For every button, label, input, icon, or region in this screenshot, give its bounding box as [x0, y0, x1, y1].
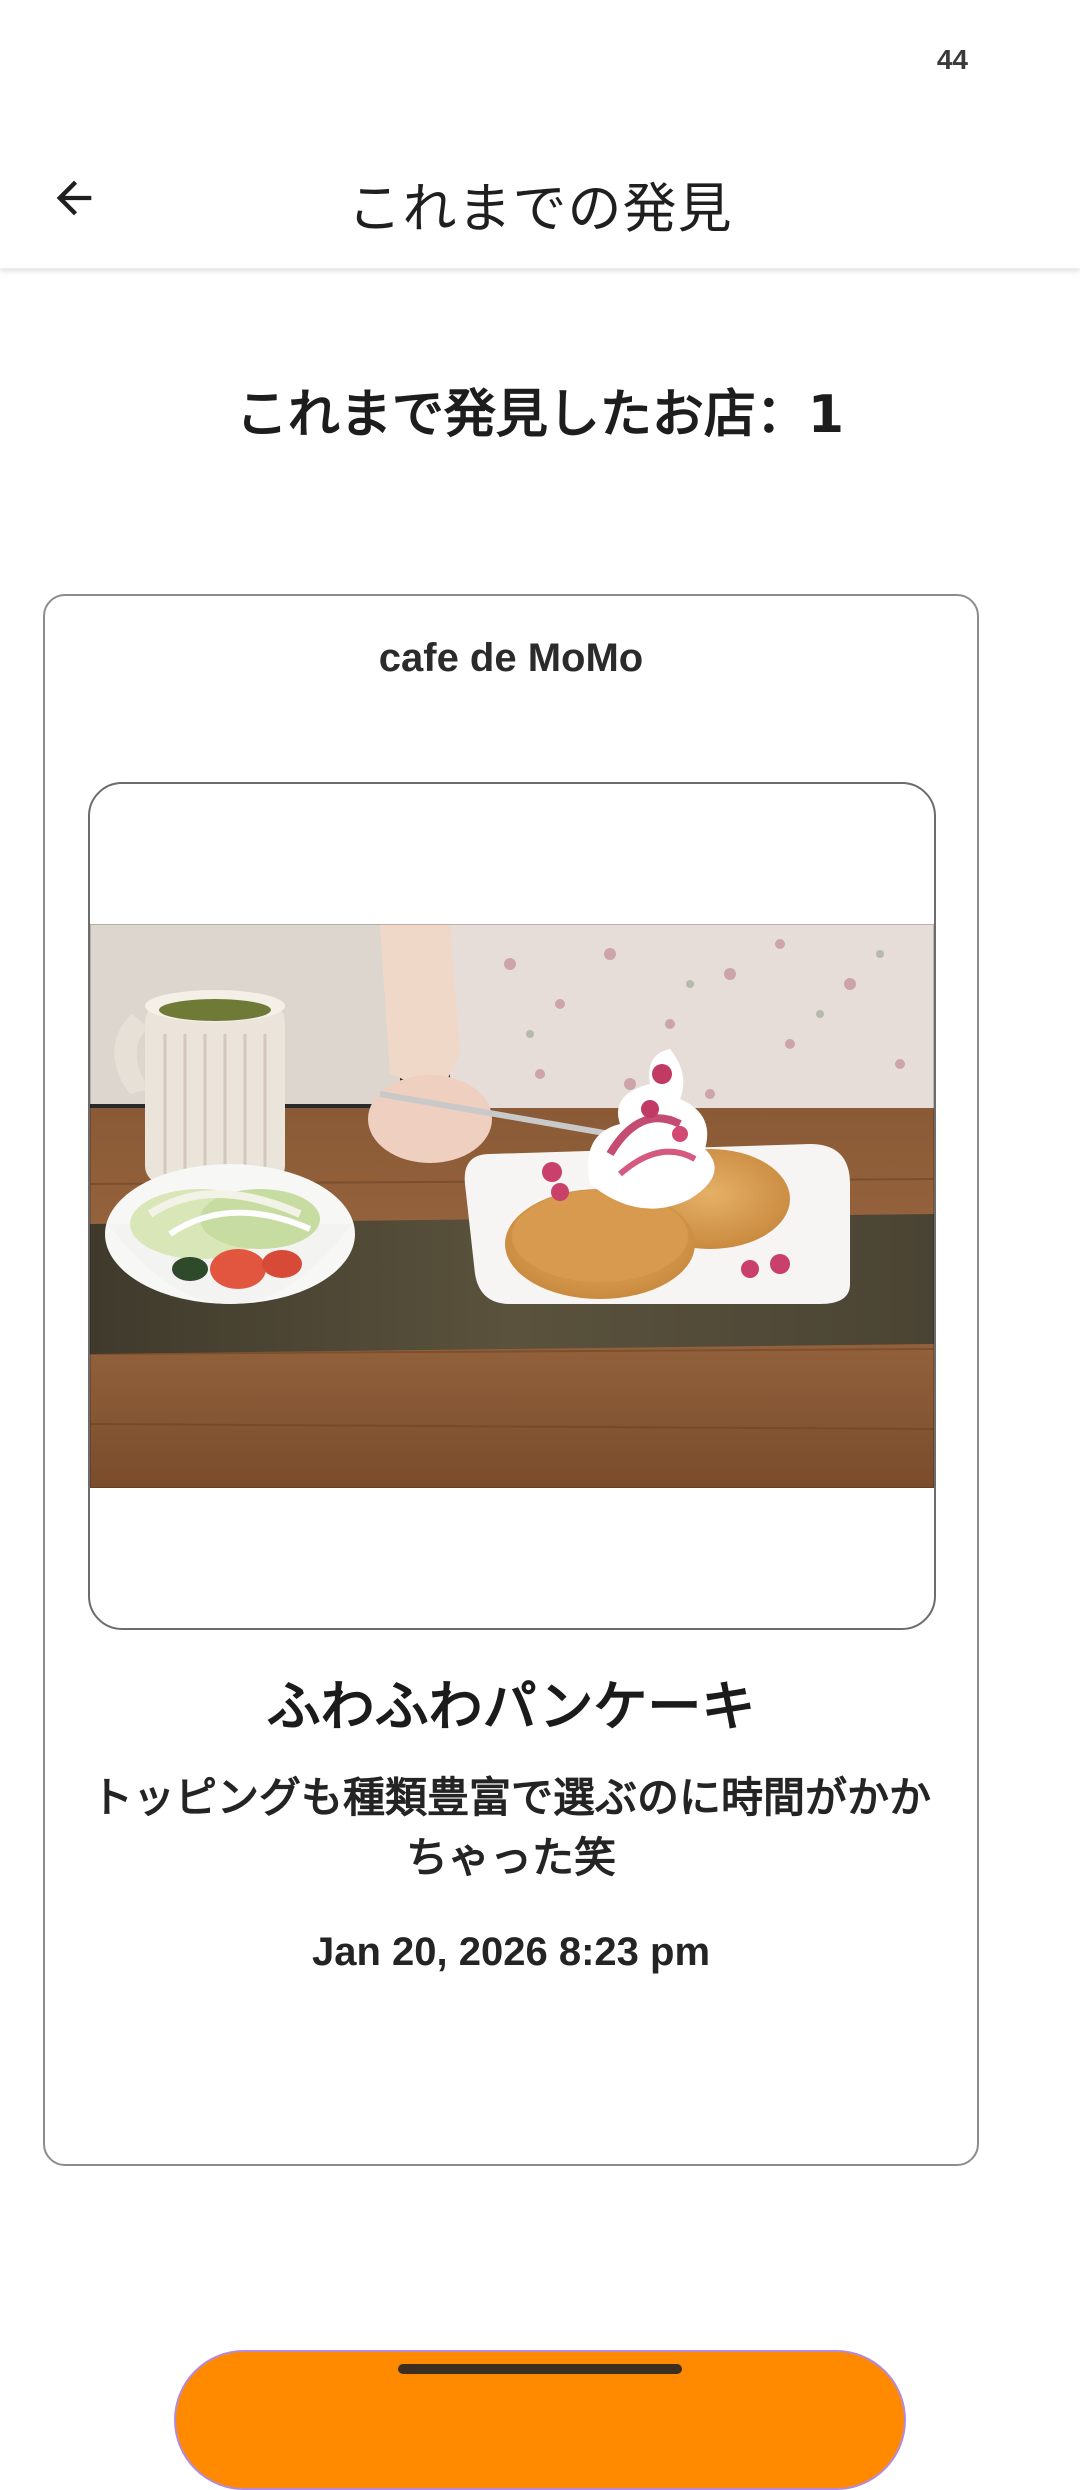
food-photo	[90, 924, 934, 1488]
discovery-card[interactable]: cafe de MoMo ふわふわパンケーキ トッピングも種類豊富で選ぶのに時間…	[43, 594, 979, 2166]
photo-frame	[88, 782, 936, 1630]
page-title: これまでの発見	[347, 177, 733, 240]
comment-line-1: トッピングも種類豊富で選ぶのに時間がかか	[90, 1773, 931, 1822]
battery-level: 44	[936, 44, 968, 75]
comment-text: トッピングも種類豊富で選ぶのに時間がかか ちゃった笑	[85, 1768, 937, 1888]
menu-name: ふわふわパンケーキ	[266, 1675, 756, 1738]
app-bar: これまでの発見	[0, 120, 1080, 269]
shop-name: cafe de MoMo	[378, 636, 644, 680]
discovered-count-heading: これまで発見したお店：1	[235, 385, 845, 445]
comment-line-2: ちゃった笑	[405, 1833, 616, 1882]
home-indicator[interactable]	[398, 2364, 682, 2374]
status-bar: 44	[0, 0, 1080, 120]
discovery-date: Jan 20, 2026 8:23 pm	[311, 1930, 711, 1974]
